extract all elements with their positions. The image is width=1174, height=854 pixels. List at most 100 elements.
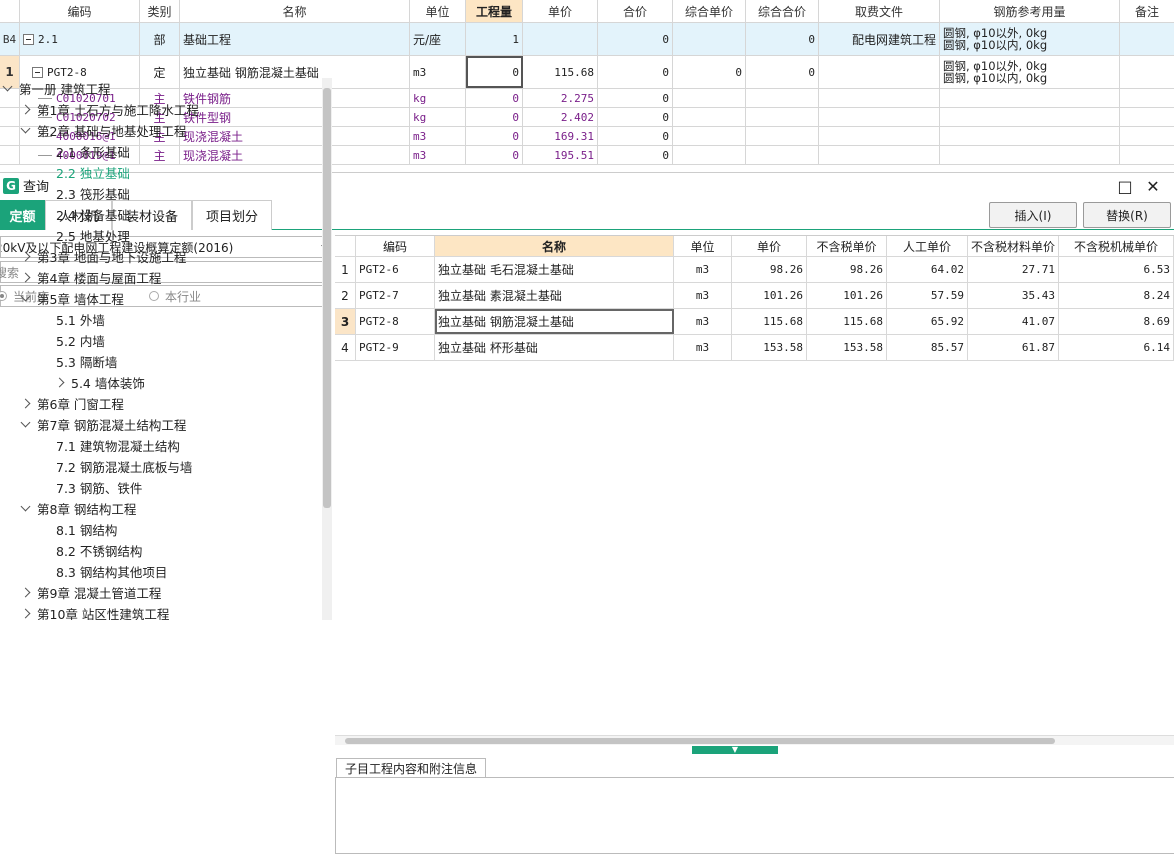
- tree-item[interactable]: 5.3 隔断墙: [0, 351, 322, 372]
- header-quantity[interactable]: 工程量: [466, 0, 523, 22]
- row-quantity[interactable]: 0: [466, 127, 523, 145]
- header-comp-total-price[interactable]: 综合合价: [746, 0, 819, 22]
- row-fee-file[interactable]: [819, 146, 940, 164]
- tree-item[interactable]: 5.4 墙体装饰: [0, 372, 322, 393]
- row-fee-file[interactable]: [819, 56, 940, 88]
- row-quantity[interactable]: 1: [466, 23, 523, 55]
- tree-item[interactable]: 第2章 基础与地基处理工程: [0, 120, 322, 141]
- tree-item[interactable]: 5.2 内墙: [0, 330, 322, 351]
- chevron-right-icon[interactable]: [20, 608, 31, 619]
- header-total-price[interactable]: 合价: [598, 0, 673, 22]
- tree-item[interactable]: 第10章 站区性建筑工程: [0, 603, 322, 620]
- header-col-rownum[interactable]: [335, 236, 356, 256]
- col-labor-price[interactable]: 65.92: [887, 309, 968, 334]
- tree-item[interactable]: 第7章 钢筋混凝土结构工程: [0, 414, 322, 435]
- header-col-unit-price[interactable]: 单价: [732, 236, 807, 256]
- header-fee-file[interactable]: 取费文件: [819, 0, 940, 22]
- tree-item[interactable]: 第1章 土石方与施工降水工程: [0, 99, 322, 120]
- row-rebar[interactable]: [940, 146, 1120, 164]
- chevron-down-icon[interactable]: [20, 417, 31, 428]
- row-remark[interactable]: [1120, 108, 1174, 126]
- row-name[interactable]: 基础工程: [180, 23, 410, 55]
- row-remark[interactable]: [1120, 146, 1174, 164]
- tree-item[interactable]: 第3章 地面与地下设施工程: [0, 246, 322, 267]
- col-unit-price[interactable]: 101.26: [732, 283, 807, 308]
- row-unit[interactable]: kg: [410, 108, 466, 126]
- row-fee-file[interactable]: [819, 89, 940, 107]
- header-type[interactable]: 类别: [140, 0, 180, 22]
- table-row[interactable]: 1 PGT2-6 独立基础 毛石混凝土基础 m3 98.26 98.26 64.02 27.7…: [335, 257, 1174, 283]
- col-price-excl-tax[interactable]: 115.68: [807, 309, 887, 334]
- table-row[interactable]: B4 2.1 部 基础工程 元/座 1 0 0 配电网建筑工程 圆钢, φ10以…: [0, 23, 1174, 56]
- chevron-right-icon[interactable]: [20, 104, 31, 115]
- insert-button[interactable]: 插入(I): [989, 202, 1077, 228]
- tree-item[interactable]: 2.4 设备基础: [0, 204, 322, 225]
- header-col-labor-price[interactable]: 人工单价: [887, 236, 968, 256]
- row-quantity[interactable]: 0: [466, 146, 523, 164]
- table-row[interactable]: 3 PGT2-8 独立基础 钢筋混凝土基础 m3 115.68 115.68 65.92 41…: [335, 309, 1174, 335]
- header-col-name[interactable]: 名称: [435, 236, 674, 256]
- chevron-right-icon[interactable]: [20, 272, 31, 283]
- row-unit[interactable]: kg: [410, 89, 466, 107]
- tab-item-info[interactable]: 子目工程内容和附注信息: [336, 758, 487, 778]
- col-name[interactable]: 独立基础 毛石混凝土基础: [435, 257, 674, 282]
- header-comp-unit-price[interactable]: 综合单价: [673, 0, 746, 22]
- col-unit-price[interactable]: 153.58: [732, 335, 807, 360]
- tree-item[interactable]: 7.1 建筑物混凝土结构: [0, 435, 322, 456]
- row-remark[interactable]: [1120, 23, 1174, 55]
- col-name[interactable]: 独立基础 钢筋混凝土基础: [435, 309, 674, 334]
- header-code[interactable]: 编码: [20, 0, 140, 22]
- row-unit[interactable]: m3: [410, 127, 466, 145]
- tree-item[interactable]: 8.3 钢结构其他项目: [0, 561, 322, 582]
- header-name[interactable]: 名称: [180, 0, 410, 22]
- row-rebar[interactable]: 圆钢, φ10以外, 0kg 圆钢, φ10以内, 0kg: [940, 56, 1120, 88]
- header-col-machine-price-excl-tax[interactable]: 不含税机械单价: [1059, 236, 1174, 256]
- col-name[interactable]: 独立基础 素混凝土基础: [435, 283, 674, 308]
- header-unit[interactable]: 单位: [410, 0, 466, 22]
- replace-button[interactable]: 替换(R): [1083, 202, 1171, 228]
- row-fee-file[interactable]: 配电网建筑工程: [819, 23, 940, 55]
- tree-item[interactable]: 7.2 钢筋混凝土底板与墙: [0, 456, 322, 477]
- row-quantity[interactable]: 0: [466, 89, 523, 107]
- col-unit[interactable]: m3: [674, 309, 732, 334]
- row-remark[interactable]: [1120, 127, 1174, 145]
- header-unit-price[interactable]: 单价: [523, 0, 598, 22]
- row-remark[interactable]: [1120, 89, 1174, 107]
- chevron-right-icon[interactable]: [20, 251, 31, 262]
- row-unit-price[interactable]: 2.402: [523, 108, 598, 126]
- tree-item[interactable]: 2.3 筏形基础: [0, 183, 322, 204]
- row-fee-file[interactable]: [819, 108, 940, 126]
- col-labor-price[interactable]: 57.59: [887, 283, 968, 308]
- chevron-down-icon[interactable]: [20, 123, 31, 134]
- chevron-right-icon[interactable]: [20, 587, 31, 598]
- chevron-down-icon[interactable]: [20, 501, 31, 512]
- col-price-excl-tax[interactable]: 98.26: [807, 257, 887, 282]
- row-unit-price[interactable]: 2.275: [523, 89, 598, 107]
- close-icon[interactable]: ✕: [1144, 177, 1162, 196]
- table-row[interactable]: 4 PGT2-9 独立基础 杯形基础 m3 153.58 153.58 85.57 61.87…: [335, 335, 1174, 361]
- table-row[interactable]: 2 PGT2-7 独立基础 素混凝土基础 m3 101.26 101.26 57.59 35.…: [335, 283, 1174, 309]
- chevron-right-icon[interactable]: [20, 398, 31, 409]
- row-unit-price[interactable]: 169.31: [523, 127, 598, 145]
- maximize-icon[interactable]: □: [1116, 177, 1134, 196]
- col-name[interactable]: 独立基础 杯形基础: [435, 335, 674, 360]
- splitter-handle-icon[interactable]: ▼: [692, 746, 778, 754]
- row-unit-price[interactable]: [523, 23, 598, 55]
- header-col-code[interactable]: 编码: [356, 236, 435, 256]
- col-unit-price[interactable]: 98.26: [732, 257, 807, 282]
- col-code[interactable]: PGT2-9: [356, 335, 435, 360]
- tree-item[interactable]: 5.1 外墙: [0, 309, 322, 330]
- header-col-unit[interactable]: 单位: [674, 236, 732, 256]
- row-rebar[interactable]: [940, 127, 1120, 145]
- col-unit[interactable]: m3: [674, 257, 732, 282]
- header-remark[interactable]: 备注: [1120, 0, 1174, 22]
- tree-item[interactable]: 第8章 钢结构工程: [0, 498, 322, 519]
- row-rebar[interactable]: 圆钢, φ10以外, 0kg 圆钢, φ10以内, 0kg: [940, 23, 1120, 55]
- horizontal-scrollbar-thumb[interactable]: [345, 738, 1055, 744]
- chevron-down-icon[interactable]: [2, 81, 13, 92]
- chevron-down-icon[interactable]: [20, 291, 31, 302]
- row-fee-file[interactable]: [819, 127, 940, 145]
- header-col-price-excl-tax[interactable]: 不含税单价: [807, 236, 887, 256]
- row-code[interactable]: 2.1: [20, 23, 140, 55]
- col-machine-price-excl-tax[interactable]: 8.24: [1059, 283, 1174, 308]
